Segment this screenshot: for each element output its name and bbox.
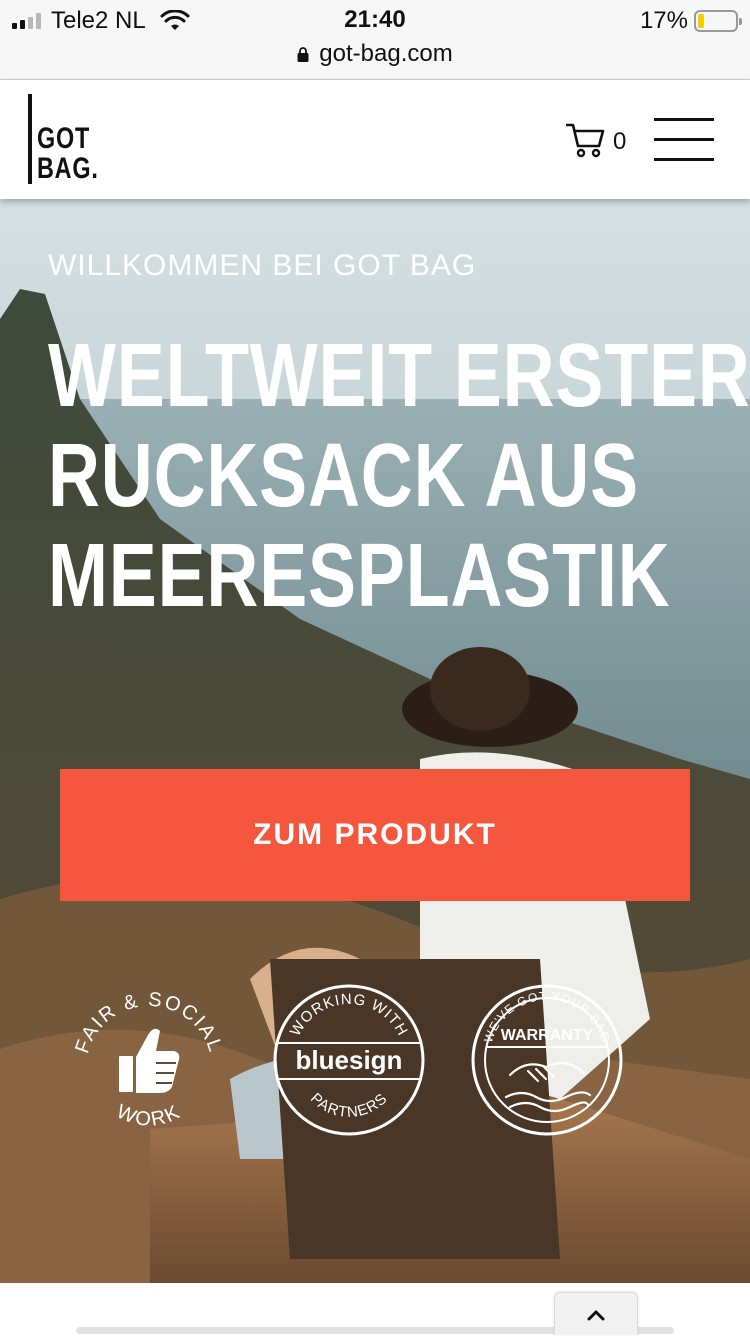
- cart-icon[interactable]: [566, 122, 606, 158]
- headline-line-2: RUCKSACK AUS: [48, 426, 639, 526]
- site-header: GOT BAG. 0: [0, 80, 750, 199]
- bluesign-badge-bottom-text: PARTNERS: [307, 1090, 390, 1121]
- svg-text:WORKING WITH: WORKING WITH: [287, 991, 411, 1039]
- cta-label: ZUM PRODUKT: [253, 818, 497, 851]
- handshake-icon: [504, 1062, 592, 1113]
- welcome-text: WILLKOMMEN BEI GOT BAG: [48, 249, 477, 282]
- address-bar[interactable]: got-bag.com: [0, 40, 750, 68]
- hero-section: WILLKOMMEN BEI GOT BAG WELTWEIT ERSTER R…: [0, 199, 750, 1283]
- chevron-up-icon: [587, 1310, 605, 1321]
- headline-line-3: MEERESPLASTIK: [48, 526, 671, 626]
- clock: 21:40: [344, 6, 406, 33]
- fair-social-work-badge: FAIR & SOCIAL WORK: [71, 989, 224, 1131]
- scroll-to-top-button[interactable]: [554, 1292, 638, 1335]
- status-bar: Tele2 NL 21:40 17% got-bag.com: [0, 0, 750, 80]
- hero-headline: WELTWEIT ERSTER RUCKSACK AUS MEERESPLAST…: [48, 326, 750, 626]
- bluesign-wordmark: bluesign: [296, 1045, 403, 1075]
- logo-line-2: BAG.: [37, 152, 99, 185]
- headline-line-1: WELTWEIT ERSTER: [48, 326, 750, 426]
- cart-count[interactable]: 0: [613, 128, 626, 156]
- warranty-badge: WE'VE GOT YOUR BAG WARRANTY: [471, 984, 623, 1136]
- fair-badge-bottom-text: WORK: [113, 1101, 182, 1131]
- zum-produkt-button[interactable]: ZUM PRODUKT: [60, 769, 690, 901]
- svg-text:PARTNERS: PARTNERS: [307, 1090, 391, 1121]
- got-bag-logo[interactable]: GOT BAG.: [28, 94, 98, 186]
- status-right: 17%: [639, 6, 742, 36]
- logo-line-1: GOT: [37, 122, 91, 155]
- svg-text:WORK: WORK: [113, 1101, 184, 1131]
- url-text: got-bag.com: [319, 40, 453, 67]
- warranty-label: WARRANTY: [501, 1027, 594, 1044]
- thumbs-up-icon: [119, 1028, 180, 1093]
- bluesign-badge-top-text: WORKING WITH: [287, 991, 410, 1039]
- battery-fill: [698, 14, 704, 28]
- battery-icon: [694, 10, 742, 32]
- bluesign-partners-badge: WORKING WITH bluesign PARTNERS: [273, 984, 425, 1136]
- hamburger-menu-icon[interactable]: [654, 118, 714, 162]
- battery-percent: 17%: [639, 7, 688, 34]
- lock-icon: [297, 46, 309, 62]
